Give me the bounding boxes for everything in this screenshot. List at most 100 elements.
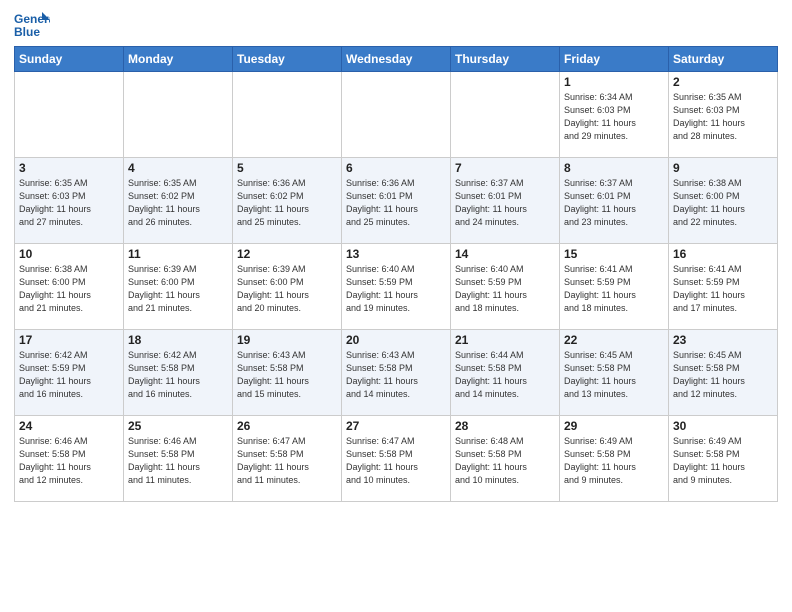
calendar-cell: 1 Sunrise: 6:34 AMSunset: 6:03 PMDaylight…: [560, 72, 669, 158]
calendar-cell: 9 Sunrise: 6:38 AMSunset: 6:00 PMDaylight…: [669, 158, 778, 244]
calendar-cell: [342, 72, 451, 158]
day-number: 16: [673, 247, 773, 261]
day-number: 24: [19, 419, 119, 433]
logo: General Blue: [14, 10, 50, 40]
day-info: Sunrise: 6:35 AMSunset: 6:03 PMDaylight:…: [19, 177, 119, 229]
day-info: Sunrise: 6:41 AMSunset: 5:59 PMDaylight:…: [673, 263, 773, 315]
day-number: 28: [455, 419, 555, 433]
weekday-header-monday: Monday: [124, 47, 233, 72]
calendar-cell: [451, 72, 560, 158]
calendar-cell: 19 Sunrise: 6:43 AMSunset: 5:58 PMDayligh…: [233, 330, 342, 416]
day-number: 15: [564, 247, 664, 261]
day-info: Sunrise: 6:47 AMSunset: 5:58 PMDaylight:…: [237, 435, 337, 487]
day-number: 22: [564, 333, 664, 347]
day-info: Sunrise: 6:45 AMSunset: 5:58 PMDaylight:…: [673, 349, 773, 401]
calendar-cell: 25 Sunrise: 6:46 AMSunset: 5:58 PMDayligh…: [124, 416, 233, 502]
calendar-cell: 14 Sunrise: 6:40 AMSunset: 5:59 PMDayligh…: [451, 244, 560, 330]
day-info: Sunrise: 6:36 AMSunset: 6:02 PMDaylight:…: [237, 177, 337, 229]
day-info: Sunrise: 6:45 AMSunset: 5:58 PMDaylight:…: [564, 349, 664, 401]
calendar-cell: 13 Sunrise: 6:40 AMSunset: 5:59 PMDayligh…: [342, 244, 451, 330]
day-info: Sunrise: 6:42 AMSunset: 5:59 PMDaylight:…: [19, 349, 119, 401]
calendar-cell: 26 Sunrise: 6:47 AMSunset: 5:58 PMDayligh…: [233, 416, 342, 502]
day-info: Sunrise: 6:43 AMSunset: 5:58 PMDaylight:…: [346, 349, 446, 401]
day-info: Sunrise: 6:38 AMSunset: 6:00 PMDaylight:…: [19, 263, 119, 315]
day-number: 25: [128, 419, 228, 433]
header: General Blue: [14, 10, 778, 40]
calendar-cell: 24 Sunrise: 6:46 AMSunset: 5:58 PMDayligh…: [15, 416, 124, 502]
calendar-cell: 20 Sunrise: 6:43 AMSunset: 5:58 PMDayligh…: [342, 330, 451, 416]
calendar-cell: 15 Sunrise: 6:41 AMSunset: 5:59 PMDayligh…: [560, 244, 669, 330]
day-info: Sunrise: 6:47 AMSunset: 5:58 PMDaylight:…: [346, 435, 446, 487]
calendar-cell: 6 Sunrise: 6:36 AMSunset: 6:01 PMDaylight…: [342, 158, 451, 244]
day-info: Sunrise: 6:40 AMSunset: 5:59 PMDaylight:…: [455, 263, 555, 315]
day-info: Sunrise: 6:40 AMSunset: 5:59 PMDaylight:…: [346, 263, 446, 315]
day-info: Sunrise: 6:34 AMSunset: 6:03 PMDaylight:…: [564, 91, 664, 143]
day-info: Sunrise: 6:48 AMSunset: 5:58 PMDaylight:…: [455, 435, 555, 487]
day-info: Sunrise: 6:37 AMSunset: 6:01 PMDaylight:…: [564, 177, 664, 229]
calendar-table: SundayMondayTuesdayWednesdayThursdayFrid…: [14, 46, 778, 502]
weekday-header-row: SundayMondayTuesdayWednesdayThursdayFrid…: [15, 47, 778, 72]
day-info: Sunrise: 6:35 AMSunset: 6:03 PMDaylight:…: [673, 91, 773, 143]
day-number: 11: [128, 247, 228, 261]
calendar-cell: [233, 72, 342, 158]
day-number: 30: [673, 419, 773, 433]
calendar-cell: 4 Sunrise: 6:35 AMSunset: 6:02 PMDaylight…: [124, 158, 233, 244]
day-info: Sunrise: 6:46 AMSunset: 5:58 PMDaylight:…: [19, 435, 119, 487]
calendar-cell: 3 Sunrise: 6:35 AMSunset: 6:03 PMDaylight…: [15, 158, 124, 244]
calendar-cell: 17 Sunrise: 6:42 AMSunset: 5:59 PMDayligh…: [15, 330, 124, 416]
calendar-week-2: 3 Sunrise: 6:35 AMSunset: 6:03 PMDaylight…: [15, 158, 778, 244]
day-number: 23: [673, 333, 773, 347]
day-number: 14: [455, 247, 555, 261]
day-info: Sunrise: 6:49 AMSunset: 5:58 PMDaylight:…: [673, 435, 773, 487]
day-info: Sunrise: 6:35 AMSunset: 6:02 PMDaylight:…: [128, 177, 228, 229]
day-number: 29: [564, 419, 664, 433]
weekday-header-wednesday: Wednesday: [342, 47, 451, 72]
calendar-cell: 28 Sunrise: 6:48 AMSunset: 5:58 PMDayligh…: [451, 416, 560, 502]
weekday-header-sunday: Sunday: [15, 47, 124, 72]
calendar-week-1: 1 Sunrise: 6:34 AMSunset: 6:03 PMDaylight…: [15, 72, 778, 158]
calendar-cell: 30 Sunrise: 6:49 AMSunset: 5:58 PMDayligh…: [669, 416, 778, 502]
calendar-week-5: 24 Sunrise: 6:46 AMSunset: 5:58 PMDayligh…: [15, 416, 778, 502]
calendar-cell: 21 Sunrise: 6:44 AMSunset: 5:58 PMDayligh…: [451, 330, 560, 416]
day-info: Sunrise: 6:36 AMSunset: 6:01 PMDaylight:…: [346, 177, 446, 229]
day-number: 20: [346, 333, 446, 347]
calendar-week-4: 17 Sunrise: 6:42 AMSunset: 5:59 PMDayligh…: [15, 330, 778, 416]
calendar-cell: 2 Sunrise: 6:35 AMSunset: 6:03 PMDaylight…: [669, 72, 778, 158]
generalblue-logo-icon: General Blue: [14, 10, 50, 40]
calendar-cell: 10Sunrise: 6:38 AMSunset: 6:00 PMDayligh…: [15, 244, 124, 330]
day-info: Sunrise: 6:44 AMSunset: 5:58 PMDaylight:…: [455, 349, 555, 401]
calendar-cell: 29 Sunrise: 6:49 AMSunset: 5:58 PMDayligh…: [560, 416, 669, 502]
day-number: 9: [673, 161, 773, 175]
day-info: Sunrise: 6:41 AMSunset: 5:59 PMDaylight:…: [564, 263, 664, 315]
day-number: 21: [455, 333, 555, 347]
day-number: 2: [673, 75, 773, 89]
day-info: Sunrise: 6:38 AMSunset: 6:00 PMDaylight:…: [673, 177, 773, 229]
day-number: 26: [237, 419, 337, 433]
calendar-cell: 16 Sunrise: 6:41 AMSunset: 5:59 PMDayligh…: [669, 244, 778, 330]
calendar-cell: 8 Sunrise: 6:37 AMSunset: 6:01 PMDaylight…: [560, 158, 669, 244]
day-number: 19: [237, 333, 337, 347]
day-number: 1: [564, 75, 664, 89]
day-number: 6: [346, 161, 446, 175]
calendar-cell: 23 Sunrise: 6:45 AMSunset: 5:58 PMDayligh…: [669, 330, 778, 416]
calendar-cell: 12Sunrise: 6:39 AMSunset: 6:00 PMDayligh…: [233, 244, 342, 330]
day-number: 17: [19, 333, 119, 347]
day-info: Sunrise: 6:46 AMSunset: 5:58 PMDaylight:…: [128, 435, 228, 487]
calendar-cell: 22 Sunrise: 6:45 AMSunset: 5:58 PMDayligh…: [560, 330, 669, 416]
calendar-cell: 11Sunrise: 6:39 AMSunset: 6:00 PMDayligh…: [124, 244, 233, 330]
weekday-header-saturday: Saturday: [669, 47, 778, 72]
weekday-header-friday: Friday: [560, 47, 669, 72]
weekday-header-tuesday: Tuesday: [233, 47, 342, 72]
day-number: 3: [19, 161, 119, 175]
day-info: Sunrise: 6:49 AMSunset: 5:58 PMDaylight:…: [564, 435, 664, 487]
calendar-cell: [124, 72, 233, 158]
day-number: 7: [455, 161, 555, 175]
day-number: 4: [128, 161, 228, 175]
day-info: Sunrise: 6:43 AMSunset: 5:58 PMDaylight:…: [237, 349, 337, 401]
day-number: 8: [564, 161, 664, 175]
day-info: Sunrise: 6:37 AMSunset: 6:01 PMDaylight:…: [455, 177, 555, 229]
calendar-cell: 27Sunrise: 6:47 AMSunset: 5:58 PMDayligh…: [342, 416, 451, 502]
svg-text:Blue: Blue: [14, 25, 40, 39]
calendar-cell: [15, 72, 124, 158]
day-number: 13: [346, 247, 446, 261]
